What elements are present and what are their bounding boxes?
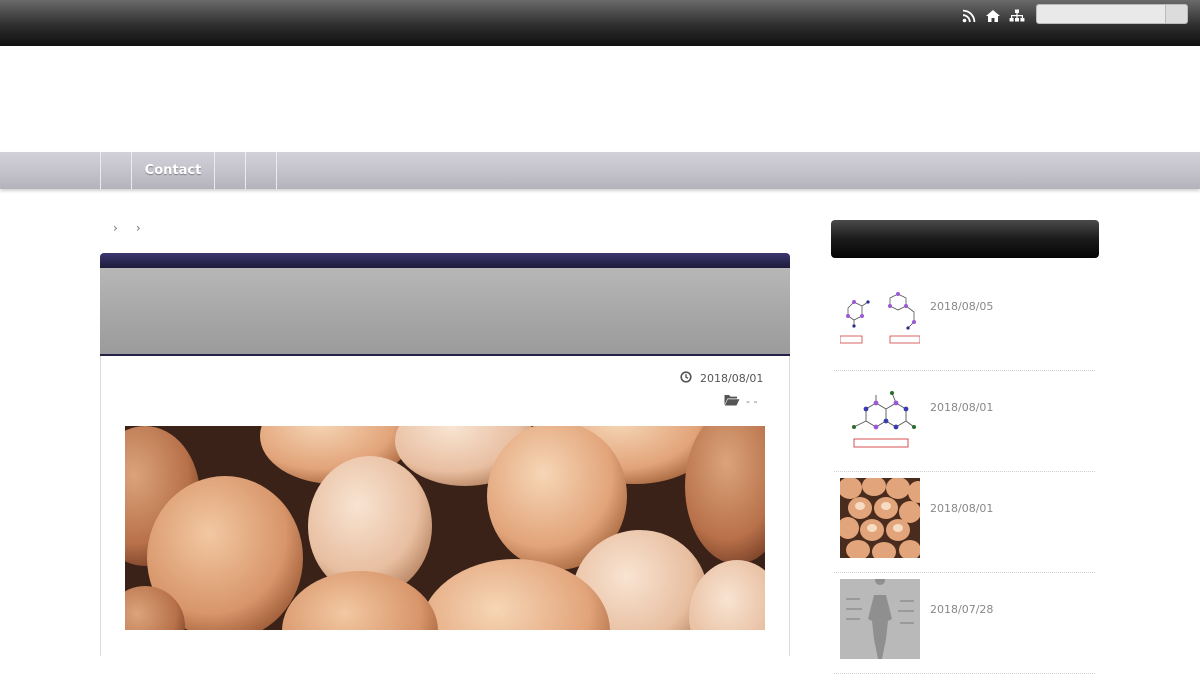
recent-post-date: 2018/08/01	[930, 502, 994, 515]
sidebar-widget-header	[831, 220, 1099, 258]
list-item[interactable]: 2018/08/05	[834, 270, 1095, 371]
list-item[interactable]: 2018/08/01	[834, 371, 1095, 472]
recent-post-date: 2018/08/05	[930, 300, 994, 313]
recent-posts-list: 2018/08/05 2018/08/01 2018/08/01 2018/07…	[834, 270, 1095, 674]
folder-open-icon	[724, 394, 740, 409]
search-input[interactable]	[1036, 4, 1166, 24]
nav-item-4[interactable]	[246, 152, 277, 189]
list-item[interactable]: 2018/07/28	[834, 573, 1095, 674]
breadcrumb: › ›	[113, 221, 141, 235]
rss-icon[interactable]	[960, 7, 978, 25]
post-categories: - -	[724, 394, 757, 409]
top-bar	[0, 0, 1200, 46]
article-title-block	[100, 268, 790, 354]
recent-post-date: 2018/08/01	[930, 401, 994, 414]
article-top-bar	[100, 253, 790, 268]
nav-item-1[interactable]	[101, 152, 132, 189]
featured-image-eggs	[125, 426, 765, 630]
search-form	[1036, 4, 1188, 24]
topbar-icon-group	[960, 7, 1026, 25]
sitemap-icon[interactable]	[1008, 7, 1026, 25]
home-icon[interactable]	[984, 7, 1002, 25]
thumbnail-eggs-photo[interactable]	[840, 478, 920, 558]
clock-icon	[680, 371, 692, 386]
post-date-text: 2018/08/01	[700, 372, 764, 385]
nav-item-3[interactable]	[215, 152, 246, 189]
recent-post-date: 2018/07/28	[930, 603, 994, 616]
breadcrumb-separator: ›	[113, 221, 118, 235]
thumbnail-molecule-diagram[interactable]	[840, 377, 920, 457]
main-nav: Contact	[0, 152, 1200, 189]
thumbnail-anatomy-chart[interactable]	[840, 579, 920, 659]
nav-item-contact[interactable]: Contact	[132, 152, 215, 189]
breadcrumb-separator: ›	[135, 221, 141, 235]
list-item[interactable]: 2018/08/01	[834, 472, 1095, 573]
thumbnail-molecule-diagrams[interactable]	[840, 276, 920, 356]
search-button[interactable]	[1166, 4, 1188, 24]
post-category-text[interactable]: - -	[746, 395, 757, 408]
post-date: 2018/08/01	[680, 371, 763, 386]
